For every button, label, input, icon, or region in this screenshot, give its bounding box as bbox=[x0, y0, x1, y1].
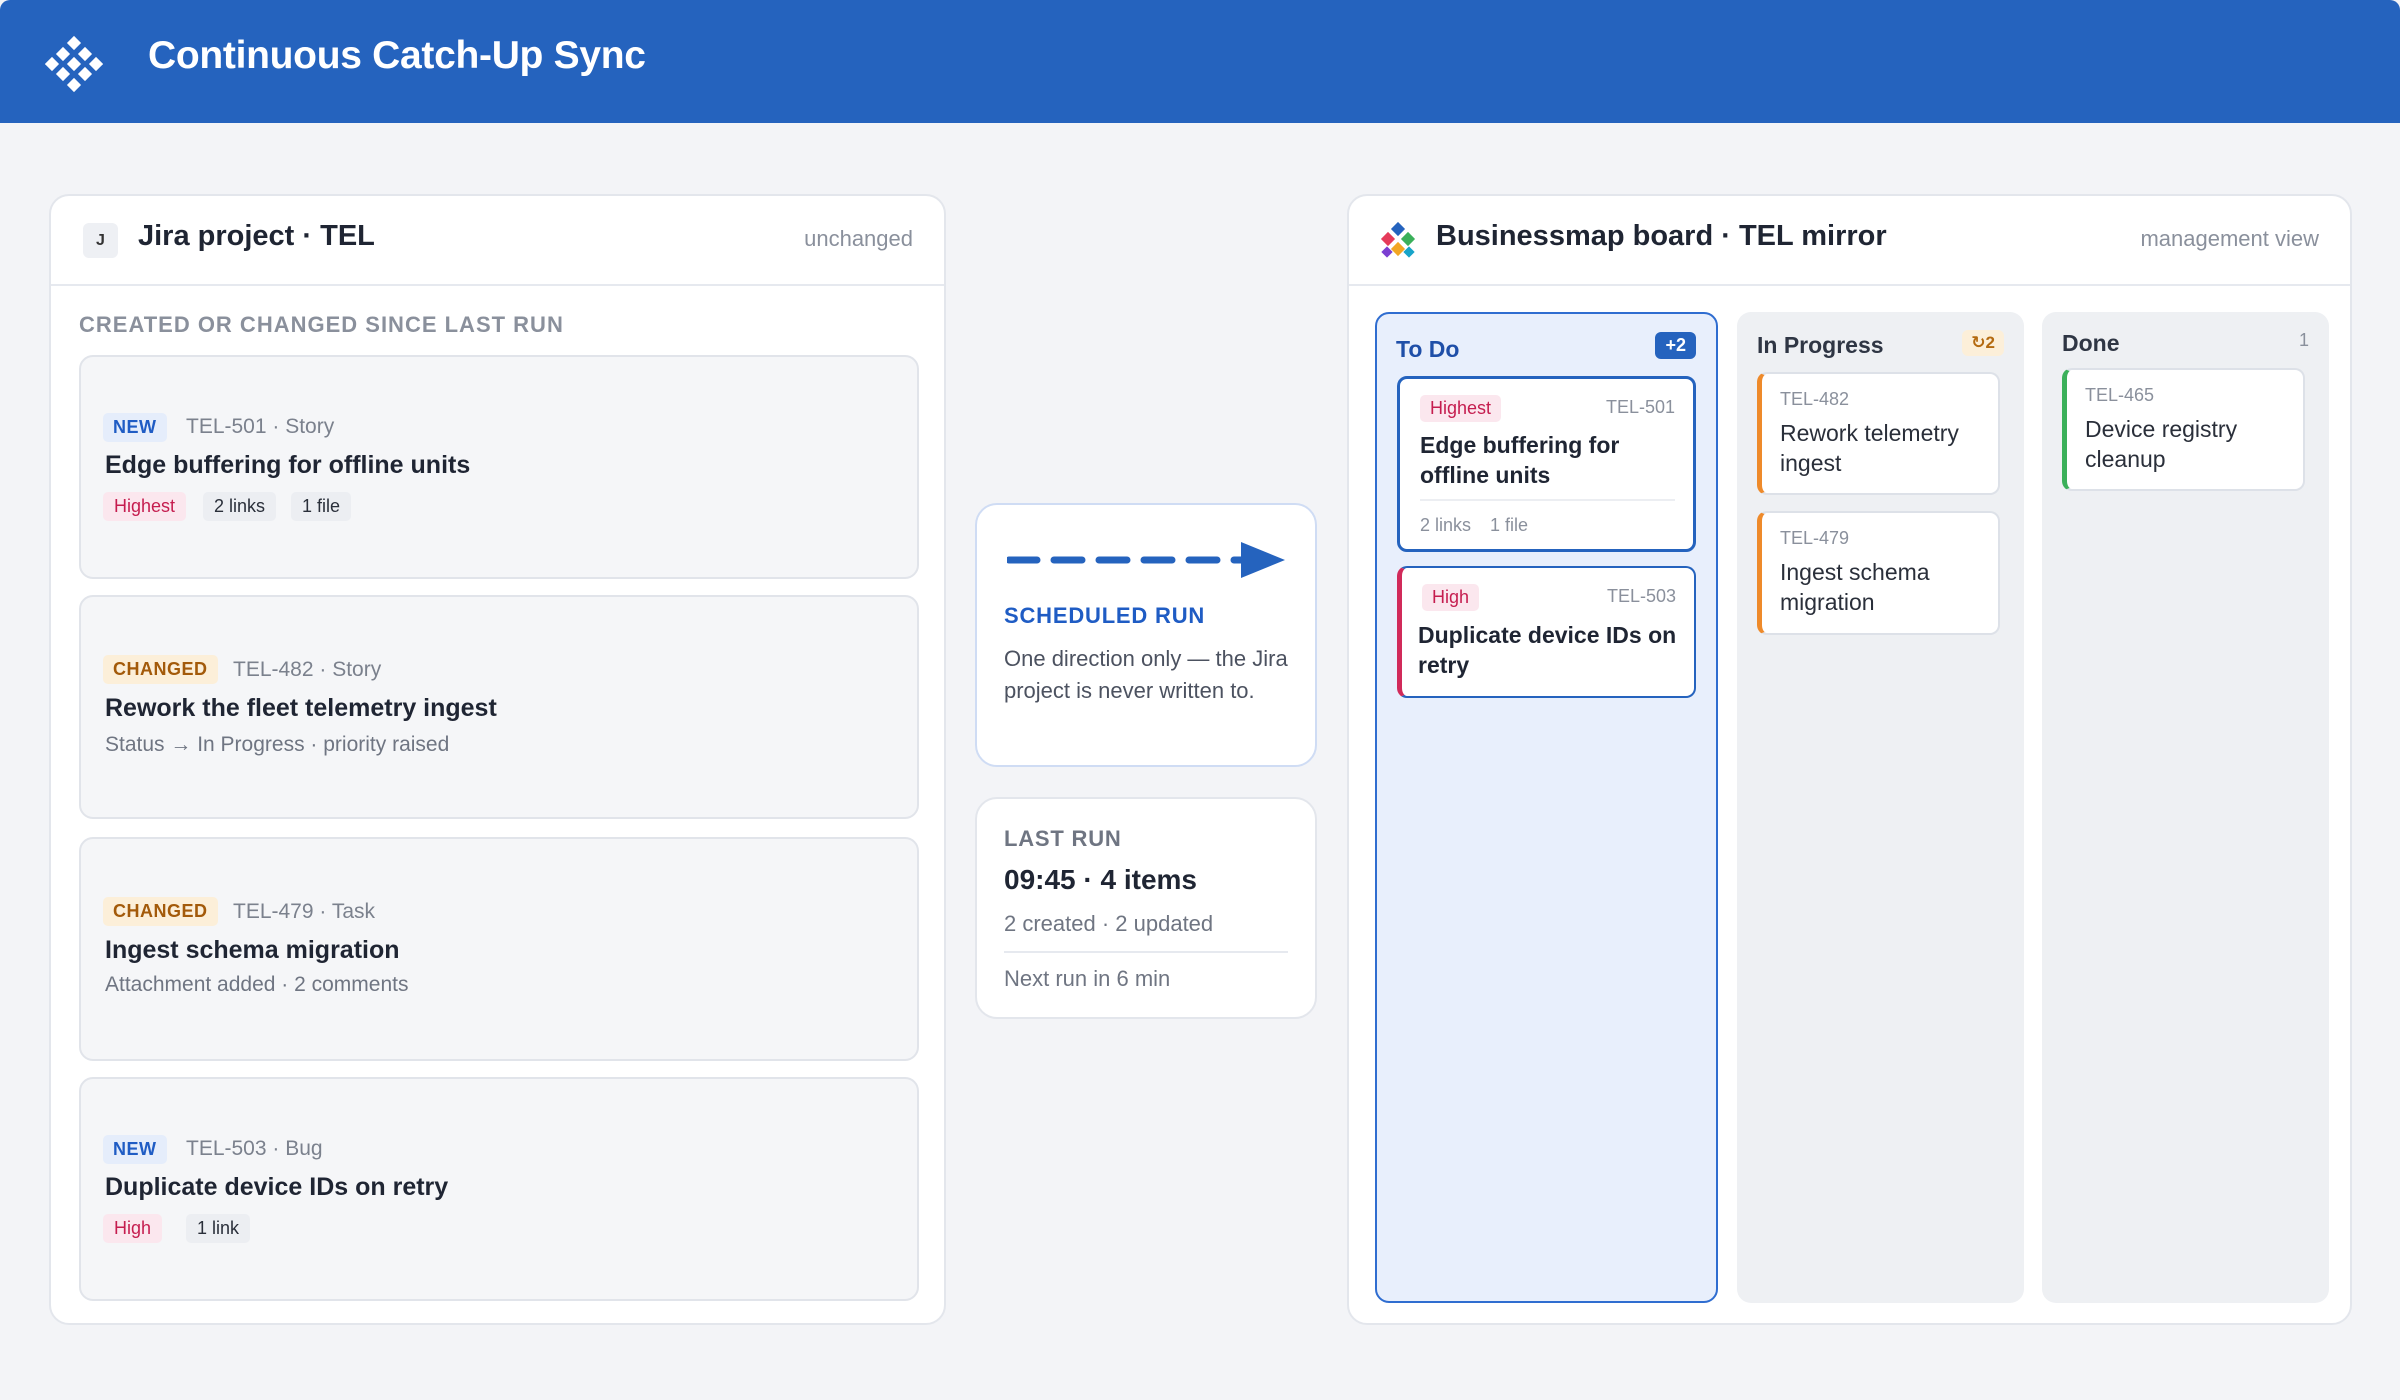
column-in-progress[interactable]: In Progress ↻2 TEL-482 Rework telemetry … bbox=[1737, 312, 2024, 1303]
issue-title: Edge buffering for offline units bbox=[105, 451, 471, 479]
scheduled-run-label: SCHEDULED RUN bbox=[1004, 603, 1206, 628]
businessmap-panel-title: Businessmap board · TEL mirror bbox=[1436, 220, 1887, 252]
diamond-grid-icon bbox=[45, 35, 103, 93]
card-title: Edge buffering for offline units bbox=[1420, 432, 1620, 488]
one-way-arrow-icon bbox=[1007, 542, 1285, 578]
businessmap-panel-header: Businessmap board · TEL mirror managemen… bbox=[1349, 196, 2350, 286]
scheduled-run-description: One direction only — the Jira project is… bbox=[1004, 646, 1288, 703]
column-done[interactable]: Done 1 TEL-465 Device registry cleanup bbox=[2042, 312, 2329, 1303]
jira-panel-title: Jira project · TEL bbox=[138, 220, 375, 252]
change-summary: Status → In Progress · priority raised bbox=[105, 733, 450, 756]
new-badge: NEW bbox=[103, 1135, 167, 1164]
divider bbox=[1420, 499, 1675, 501]
card-title: Device registry cleanup bbox=[2085, 416, 2238, 472]
issue-title: Duplicate device IDs on retry bbox=[105, 1173, 449, 1201]
issue-key: TEL-479 · Task bbox=[233, 900, 376, 923]
businessmap-logo-icon bbox=[1380, 222, 1416, 258]
board-card[interactable]: TEL-465 Device registry cleanup bbox=[2062, 368, 2305, 491]
column-title: Done bbox=[2062, 330, 2120, 356]
links-chip: 1 link bbox=[186, 1214, 251, 1243]
card-files: 1 file bbox=[1490, 515, 1529, 535]
files-chip: 1 file bbox=[291, 492, 352, 521]
jira-panel-status: unchanged bbox=[804, 226, 913, 251]
last-run-card: LAST RUN 09:45 · 4 items 2 created · 2 u… bbox=[975, 797, 1317, 1019]
card-title: Duplicate device IDs on retry bbox=[1418, 622, 1677, 678]
board-card[interactable]: High TEL-503 Duplicate device IDs on ret… bbox=[1397, 566, 1696, 698]
jira-issue-card[interactable]: CHANGED TEL-479 · Task Ingest schema mig… bbox=[79, 837, 919, 1061]
app-header: Continuous Catch-Up Sync bbox=[0, 0, 2400, 123]
last-run-label: LAST RUN bbox=[1004, 826, 1122, 851]
board-card[interactable]: Highest TEL-501 Edge buffering for offli… bbox=[1397, 376, 1696, 552]
board-card[interactable]: TEL-482 Rework telemetry ingest bbox=[1757, 372, 2000, 495]
jira-issue-card[interactable]: NEW TEL-503 · Bug Duplicate device IDs o… bbox=[79, 1077, 919, 1301]
new-badge: NEW bbox=[103, 413, 167, 442]
last-run-detail: 2 created · 2 updated bbox=[1004, 911, 1214, 936]
app-title: Continuous Catch-Up Sync bbox=[148, 34, 646, 77]
last-run-value: 09:45 · 4 items bbox=[1004, 864, 1197, 895]
card-key: TEL-465 bbox=[2085, 385, 2155, 405]
card-key: TEL-503 bbox=[1606, 586, 1676, 606]
column-to-do[interactable]: To Do +2 Highest TEL-501 Edge buffering … bbox=[1375, 312, 1718, 1303]
priority-chip: Highest bbox=[103, 492, 187, 521]
new-items-badge: +2 bbox=[1655, 332, 1696, 359]
card-key: TEL-482 bbox=[1780, 389, 1850, 409]
priority-chip: Highest bbox=[1420, 395, 1502, 422]
card-key: TEL-501 bbox=[1605, 397, 1675, 417]
card-key: TEL-479 bbox=[1780, 528, 1850, 548]
links-chip: 2 links bbox=[203, 492, 277, 521]
businessmap-panel: Businessmap board · TEL mirror managemen… bbox=[1347, 194, 2352, 1325]
section-label: CREATED OR CHANGED SINCE LAST RUN bbox=[79, 312, 564, 337]
change-summary: Attachment added · 2 comments bbox=[105, 973, 409, 996]
issue-key: TEL-501 · Story bbox=[186, 415, 335, 438]
card-title: Ingest schema migration bbox=[1780, 559, 1930, 615]
changed-badge: CHANGED bbox=[103, 655, 218, 684]
changed-badge: CHANGED bbox=[103, 897, 218, 926]
column-title: In Progress bbox=[1757, 332, 1884, 358]
issue-title: Rework the fleet telemetry ingest bbox=[105, 694, 497, 722]
jira-issue-card[interactable]: NEW TEL-501 · Story Edge buffering for o… bbox=[79, 355, 919, 579]
jira-panel-header: J Jira project · TEL unchanged bbox=[51, 196, 944, 286]
divider bbox=[1004, 951, 1288, 953]
issue-title: Ingest schema migration bbox=[105, 936, 400, 964]
card-links: 2 links bbox=[1420, 515, 1472, 535]
priority-chip: High bbox=[1422, 584, 1480, 611]
jira-project-avatar: J bbox=[83, 223, 118, 258]
next-run-countdown: Next run in 6 min bbox=[1004, 966, 1171, 991]
jira-panel: J Jira project · TEL unchanged CREATED O… bbox=[49, 194, 946, 1325]
jira-issue-card[interactable]: CHANGED TEL-482 · Story Rework the fleet… bbox=[79, 595, 919, 819]
card-title: Rework telemetry ingest bbox=[1780, 420, 1959, 476]
priority-chip: High bbox=[103, 1214, 163, 1243]
issue-key: TEL-482 · Story bbox=[233, 658, 382, 681]
businessmap-panel-view: management view bbox=[2140, 226, 2319, 251]
item-count: 1 bbox=[2298, 330, 2309, 350]
updated-items-badge: ↻2 bbox=[1962, 330, 2004, 356]
issue-key: TEL-503 · Bug bbox=[186, 1137, 323, 1160]
board-card[interactable]: TEL-479 Ingest schema migration bbox=[1757, 511, 2000, 635]
column-title: To Do bbox=[1396, 336, 1460, 362]
scheduled-run-card: SCHEDULED RUN One direction only — the J… bbox=[975, 503, 1317, 767]
